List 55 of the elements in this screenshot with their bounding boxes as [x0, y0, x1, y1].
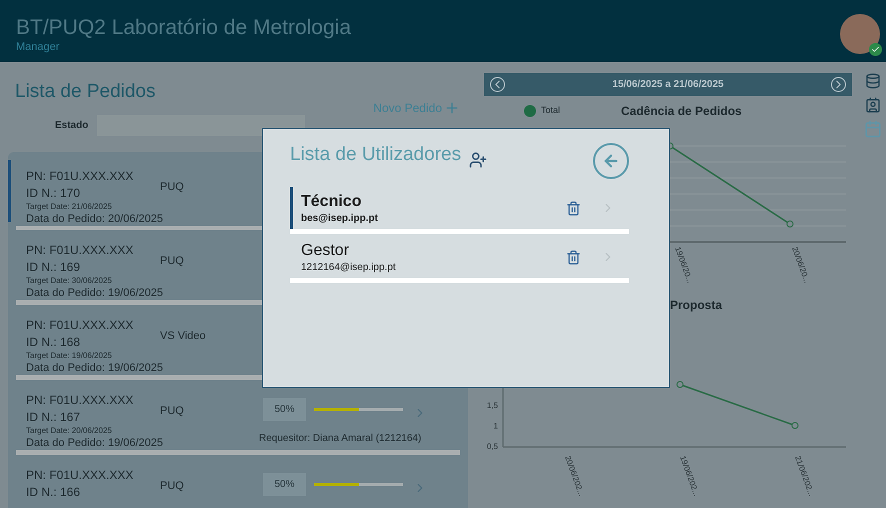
target-date: Target Date: 21/06/2025: [26, 202, 113, 212]
date-range-text: 15/06/2025 a 21/06/2025: [612, 78, 724, 92]
plus-icon: [444, 100, 460, 116]
requester-text: Requesitor: Diana Amaral (1212164): [259, 432, 422, 446]
progress-percent: 50%: [263, 472, 306, 496]
orders-title: Lista de Pedidos: [15, 80, 156, 104]
database-icon[interactable]: [865, 72, 881, 90]
user-role: Gestor: [301, 240, 350, 260]
order-id: ID N.: 169: [26, 259, 82, 276]
order-date: Data do Pedido: 19/06/2025: [26, 436, 160, 450]
back-button[interactable]: [593, 143, 629, 179]
previous-week-icon[interactable]: [490, 77, 505, 92]
user-email: bes@isep.ipp.pt: [301, 212, 378, 224]
order-date: Data do Pedido: 20/06/2025: [26, 212, 160, 226]
part-number: PN: F01U.XXX.XXX: [26, 392, 134, 408]
user-email: 1212164@isep.ipp.pt: [301, 260, 396, 274]
order-type: PUQ: [160, 480, 184, 492]
part-number: PN: F01U.XXX.XXX: [26, 317, 134, 334]
order-id: ID N.: 167: [26, 408, 82, 426]
part-number: PN: F01U.XXX.XXX: [26, 242, 134, 258]
data-point: [676, 381, 684, 388]
order-date: Data do Pedido: 19/06/2025: [26, 361, 160, 376]
order-type: PUQ: [160, 180, 184, 192]
progress-percent: 50%: [263, 398, 306, 421]
part-number: PN: F01U.XXX.XXX: [26, 168, 134, 184]
chart-title: Cadência de Pedidos: [621, 103, 742, 120]
user-row[interactable]: Gestor 1212164@isep.ipp.pt: [290, 236, 629, 278]
part-number: PN: F01U.XXX.XXX: [26, 466, 134, 483]
status-dropdown[interactable]: [97, 114, 305, 136]
order-id: ID N.: 170: [26, 184, 82, 202]
target-date: Target Date: 30/06/2025: [26, 276, 113, 286]
trash-icon[interactable]: [566, 200, 581, 216]
user-role: Técnico: [301, 192, 362, 212]
trash-icon[interactable]: [566, 248, 581, 266]
chart-title: Proposta: [669, 297, 724, 314]
dialog-title: Lista de Utilizadores: [290, 143, 462, 167]
contact-card-icon[interactable]: [865, 96, 881, 114]
add-user-icon[interactable]: [469, 151, 488, 169]
role-subtitle: Manager: [16, 40, 60, 54]
order-date: Data do Pedido: 19/06/2025: [26, 286, 160, 300]
axis-tick-label: 0,5: [486, 442, 498, 451]
order-type: PUQ: [160, 404, 184, 417]
axis-tick-label: 1,5: [486, 401, 498, 410]
target-date: Target Date: 20/06/2025: [26, 426, 113, 436]
app-title: BT/PUQ2 Laboratório de Metrologia: [16, 16, 352, 40]
next-week-icon[interactable]: [831, 77, 846, 92]
order-id: ID N.: 168: [26, 334, 82, 352]
order-id: ID N.: 166: [26, 484, 82, 501]
data-point: [792, 422, 798, 429]
order-type: VS Video: [160, 330, 206, 342]
status-label: Estado: [55, 118, 90, 132]
order-type: PUQ: [160, 255, 184, 268]
legend-label: Total: [541, 104, 562, 118]
target-date: Target Date: 19/06/2025: [26, 351, 113, 362]
axis-tick-label: 1: [494, 422, 498, 430]
